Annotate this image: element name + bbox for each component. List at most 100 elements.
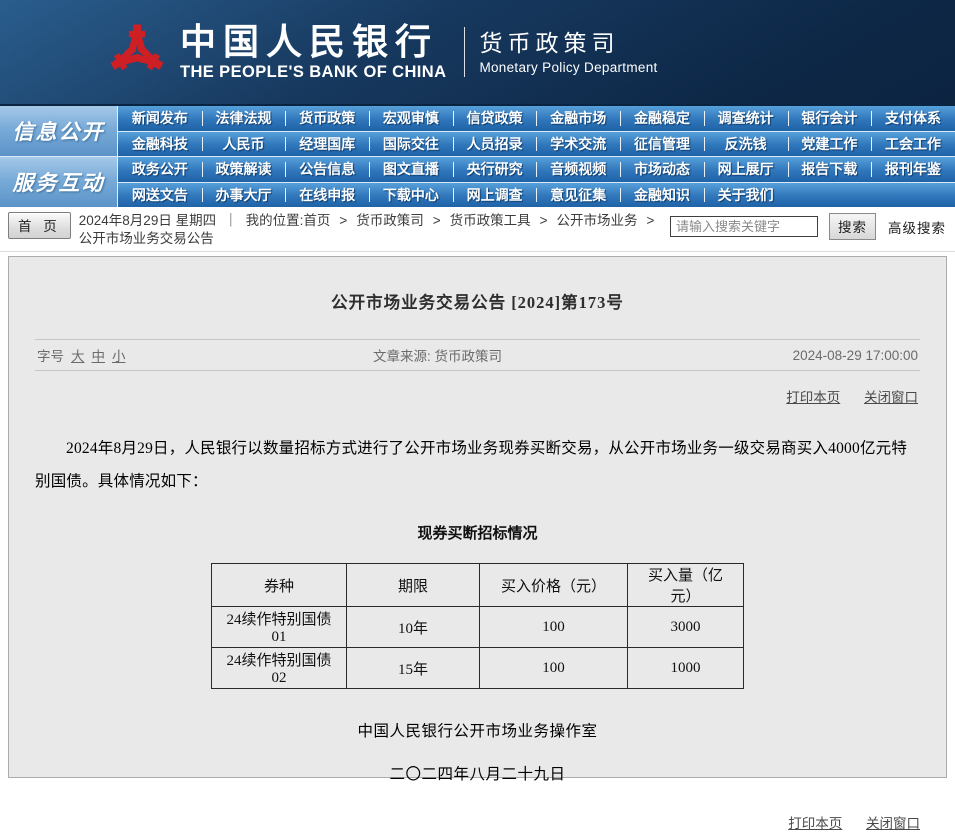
nav-item[interactable]: 调查统计 bbox=[704, 106, 788, 131]
table-cell: 100 bbox=[480, 648, 628, 689]
breadcrumb-item[interactable]: 公开市场业务交易公告 bbox=[79, 231, 214, 246]
nav-item[interactable]: 工会工作 bbox=[871, 132, 955, 156]
pboc-logo-icon bbox=[108, 14, 166, 90]
breadcrumb-gt: > bbox=[540, 213, 548, 228]
nav-item[interactable]: 支付体系 bbox=[871, 106, 955, 131]
nav-item[interactable]: 反洗钱 bbox=[704, 132, 788, 156]
nav-item[interactable]: 国际交往 bbox=[369, 132, 453, 156]
source-value: 货币政策司 bbox=[435, 349, 503, 364]
breadcrumb-item[interactable]: 货币政策工具 bbox=[450, 213, 531, 228]
search-input[interactable] bbox=[670, 216, 818, 237]
print-page-link[interactable]: 打印本页 bbox=[786, 390, 840, 405]
nav-item[interactable]: 图文直播 bbox=[369, 157, 453, 182]
signature-date: 二〇二四年八月二十九日 bbox=[35, 762, 920, 784]
nav-section-1: 信息公开新闻发布法律法规货币政策宏观审慎信贷政策金融市场金融稳定调查统计银行会计… bbox=[0, 106, 955, 156]
table-header-cell: 期限 bbox=[347, 564, 480, 607]
nav-item[interactable]: 信贷政策 bbox=[453, 106, 537, 131]
nav-item[interactable]: 政务公开 bbox=[118, 157, 202, 182]
nav-item[interactable]: 经理国库 bbox=[285, 132, 369, 156]
nav-item[interactable]: 报刊年鉴 bbox=[871, 157, 955, 182]
table-header-cell: 券种 bbox=[212, 564, 347, 607]
breadcrumb-home-link[interactable]: 首页 bbox=[303, 213, 330, 228]
nav-item[interactable]: 关于我们 bbox=[704, 183, 788, 207]
nav-item[interactable]: 征信管理 bbox=[620, 132, 704, 156]
nav-item[interactable]: 政策解读 bbox=[202, 157, 286, 182]
bank-name-block: 中国人民银行 THE PEOPLE'S BANK OF CHINA bbox=[180, 23, 446, 82]
current-date: 2024年8月29日 星期四 bbox=[79, 213, 216, 228]
table-cell: 10年 bbox=[347, 607, 480, 648]
article-actions-bottom: 打印本页 关闭窗口 bbox=[35, 784, 920, 832]
location-label: 我的位置: bbox=[246, 213, 304, 228]
article-body: 2024年8月29日，人民银行以数量招标方式进行了公开市场业务现券买断交易，从公… bbox=[35, 432, 920, 498]
nav-item[interactable]: 金融稳定 bbox=[620, 106, 704, 131]
breadcrumb-gt: > bbox=[647, 213, 655, 228]
nav-item[interactable]: 宏观审慎 bbox=[369, 106, 453, 131]
article-meta-row: 字号大中小 文章来源: 货币政策司 2024-08-29 17:00:00 bbox=[35, 339, 920, 371]
nav-item[interactable]: 新闻发布 bbox=[118, 106, 202, 131]
department-name-en: Monetary Policy Department bbox=[479, 60, 657, 75]
breadcrumb: 2024年8月29日 星期四｜我的位置:首页>货币政策司>货币政策工具>公开市场… bbox=[8, 212, 671, 248]
article-panel: 公开市场业务交易公告 [2024]第173号 字号大中小 文章来源: 货币政策司… bbox=[8, 256, 947, 778]
close-window-link[interactable]: 关闭窗口 bbox=[864, 390, 918, 405]
nav-item[interactable]: 办事大厅 bbox=[202, 183, 286, 207]
nav-tab-2[interactable]: 服务互动 bbox=[0, 157, 118, 207]
font-size-小[interactable]: 小 bbox=[112, 349, 126, 364]
article-datetime: 2024-08-29 17:00:00 bbox=[793, 348, 918, 363]
nav-item[interactable]: 在线申报 bbox=[285, 183, 369, 207]
nav-row: 网送文告办事大厅在线申报下载中心网上调查意见征集金融知识关于我们 bbox=[118, 182, 955, 207]
nav-item[interactable]: 法律法规 bbox=[202, 106, 286, 131]
table-cell: 15年 bbox=[347, 648, 480, 689]
table-row: 24续作特别国债0215年1001000 bbox=[212, 648, 744, 689]
bank-name-cn: 中国人民银行 bbox=[180, 23, 446, 61]
nav-item[interactable]: 市场动态 bbox=[620, 157, 704, 182]
table-cell: 24续作特别国债02 bbox=[212, 648, 347, 689]
article-title: 公开市场业务交易公告 [2024]第173号 bbox=[35, 257, 920, 339]
nav-item[interactable]: 金融市场 bbox=[536, 106, 620, 131]
nav-item[interactable]: 下载中心 bbox=[369, 183, 453, 207]
font-size-中[interactable]: 中 bbox=[92, 349, 106, 364]
nav-item[interactable]: 网送文告 bbox=[118, 183, 202, 207]
article-actions-top: 打印本页 关闭窗口 bbox=[35, 371, 920, 406]
table-cell: 1000 bbox=[628, 648, 744, 689]
table-cell: 24续作特别国债01 bbox=[212, 607, 347, 648]
search-area: 搜索 高级搜索 bbox=[670, 213, 946, 240]
nav-item[interactable]: 公告信息 bbox=[285, 157, 369, 182]
search-button[interactable]: 搜索 bbox=[829, 213, 876, 240]
nav-row: 政务公开政策解读公告信息图文直播央行研究音频视频市场动态网上展厅报告下载报刊年鉴 bbox=[118, 157, 955, 182]
font-size-label: 字号 bbox=[37, 349, 64, 364]
nav-item[interactable]: 网上展厅 bbox=[704, 157, 788, 182]
nav-row: 金融科技人民币经理国库国际交往人员招录学术交流征信管理反洗钱党建工作工会工作 bbox=[118, 131, 955, 156]
nav-item[interactable]: 党建工作 bbox=[788, 132, 872, 156]
breadcrumb-item[interactable]: 公开市场业务 bbox=[557, 213, 638, 228]
nav-item[interactable]: 意见征集 bbox=[536, 183, 620, 207]
nav-item[interactable]: 网上调查 bbox=[453, 183, 537, 207]
nav-item[interactable]: 银行会计 bbox=[788, 106, 872, 131]
advanced-search-link[interactable]: 高级搜索 bbox=[888, 217, 946, 237]
breadcrumb-item[interactable]: 货币政策司 bbox=[356, 213, 424, 228]
nav-item[interactable]: 货币政策 bbox=[285, 106, 369, 131]
table-row: 24续作特别国债0110年1003000 bbox=[212, 607, 744, 648]
source-label: 文章来源: bbox=[373, 349, 435, 364]
department-name-cn: 货币政策司 bbox=[479, 29, 657, 57]
nav-item[interactable]: 央行研究 bbox=[453, 157, 537, 182]
nav-item[interactable]: 人民币 bbox=[202, 132, 286, 156]
close-window-link-bottom[interactable]: 关闭窗口 bbox=[866, 816, 920, 831]
nav-item[interactable]: 金融科技 bbox=[118, 132, 202, 156]
font-size-大[interactable]: 大 bbox=[71, 349, 85, 364]
nav-item[interactable]: 音频视频 bbox=[536, 157, 620, 182]
bid-table-title: 现券买断招标情况 bbox=[35, 522, 920, 543]
home-button[interactable]: 首 页 bbox=[8, 212, 71, 239]
breadcrumb-gt: > bbox=[433, 213, 441, 228]
nav-item[interactable]: 人员招录 bbox=[453, 132, 537, 156]
department-name-block: 货币政策司 Monetary Policy Department bbox=[479, 29, 657, 75]
nav-item[interactable]: 报告下载 bbox=[788, 157, 872, 182]
nav-tab-1[interactable]: 信息公开 bbox=[0, 106, 118, 156]
print-page-link-bottom[interactable]: 打印本页 bbox=[788, 816, 842, 831]
bid-result-table: 券种期限买入价格（元）买入量（亿元） 24续作特别国债0110年10030002… bbox=[211, 563, 744, 689]
article-source: 文章来源: 货币政策司 bbox=[373, 345, 793, 365]
nav-item[interactable]: 金融知识 bbox=[620, 183, 704, 207]
table-header-cell: 买入价格（元） bbox=[480, 564, 628, 607]
site-header: 中国人民银行 THE PEOPLE'S BANK OF CHINA 货币政策司 … bbox=[0, 0, 955, 104]
table-cell: 3000 bbox=[628, 607, 744, 648]
nav-item[interactable]: 学术交流 bbox=[536, 132, 620, 156]
